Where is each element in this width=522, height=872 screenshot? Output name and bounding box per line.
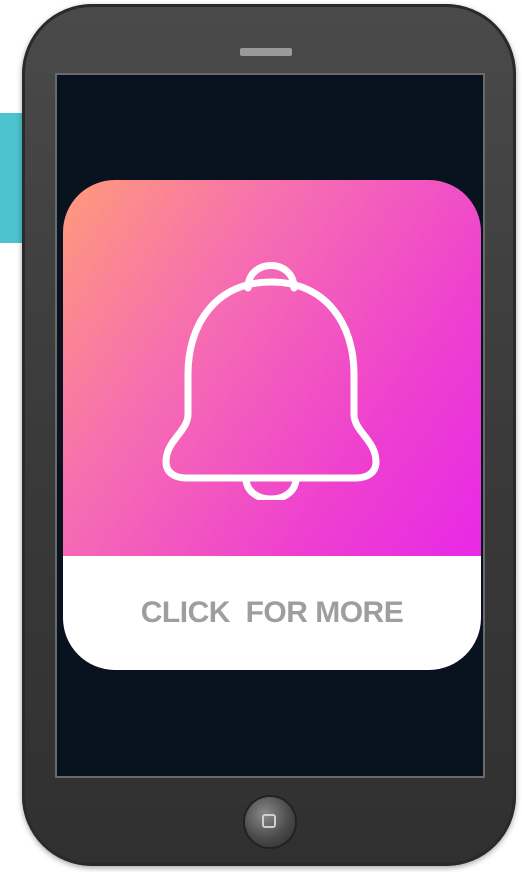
bell-icon [162,262,380,500]
phone-screen: CLICK FOR MORE [55,73,485,778]
phone-speaker [240,48,292,56]
home-button[interactable] [245,797,295,847]
notification-card[interactable]: CLICK FOR MORE [63,180,481,670]
phone-frame: CLICK FOR MORE [22,4,516,866]
cta-label: CLICK FOR MORE [140,596,404,629]
home-square-icon [262,814,276,828]
click-for-more-button[interactable]: CLICK FOR MORE [63,556,481,670]
